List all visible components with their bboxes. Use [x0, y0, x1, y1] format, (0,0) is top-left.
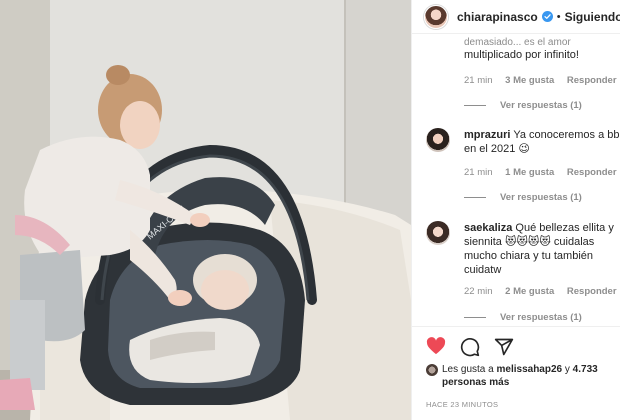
commenter-username[interactable]: saekaliza — [464, 222, 512, 234]
comment-text: multiplicado por infinito! — [464, 49, 579, 61]
comment-time[interactable]: 21 min — [464, 75, 493, 86]
comment-meta: 21 min 1 Me gusta Responder — [464, 167, 620, 178]
view-replies-label: Ver respuestas (1) — [500, 312, 582, 323]
view-replies-button[interactable]: Ver respuestas (1) — [464, 100, 582, 111]
comment-time[interactable]: 22 min — [464, 286, 493, 297]
replies-divider — [464, 197, 486, 198]
header-separator: • — [556, 10, 561, 23]
liked-by-prefix: Les gusta a — [442, 364, 494, 375]
comment-meta: 22 min 2 Me gusta Responder — [464, 286, 620, 297]
view-replies-button[interactable]: Ver respuestas (1) — [464, 192, 582, 203]
commenter-username[interactable]: mprazuri — [464, 129, 510, 141]
reply-button[interactable]: Responder — [567, 75, 617, 86]
comment-partial-text: demasiado... es el amor — [464, 37, 571, 46]
commenter-avatar[interactable] — [426, 128, 450, 152]
photo-illustration: MAXI-COSI — [0, 0, 411, 420]
action-icons — [426, 337, 514, 357]
reply-button[interactable]: Responder — [567, 167, 617, 178]
author-avatar[interactable] — [424, 4, 448, 29]
post-photo[interactable]: MAXI-COSI — [0, 0, 411, 420]
follow-status-button[interactable]: Siguiendo — [565, 10, 620, 24]
comment-likes[interactable]: 1 Me gusta — [505, 167, 554, 178]
post-side-panel: chiarapinasco • Siguiendo demasiado... e… — [411, 0, 620, 420]
comment-likes[interactable]: 2 Me gusta — [505, 286, 554, 297]
reply-button[interactable]: Responder — [567, 286, 617, 297]
liked-by-user[interactable]: melissahap26 — [497, 364, 563, 375]
view-replies-label: Ver respuestas (1) — [500, 100, 582, 111]
liked-by-mid: y — [564, 364, 570, 375]
comment-body: saekaliza Qué bellezas ellita y siennita… — [464, 221, 620, 277]
share-icon[interactable] — [494, 337, 514, 357]
liked-by-summary: Les gusta a melissahap26 y 4.733 persona… — [426, 363, 616, 389]
comment-time[interactable]: 21 min — [464, 167, 493, 178]
comment-icon[interactable] — [460, 337, 480, 357]
liker-avatar[interactable] — [426, 364, 438, 376]
verified-icon — [541, 11, 553, 22]
comment-meta: 21 min 3 Me gusta Responder — [464, 75, 620, 86]
author-username[interactable]: chiarapinasco — [457, 10, 538, 24]
post-header: chiarapinasco • Siguiendo — [412, 0, 620, 34]
replies-divider — [464, 105, 486, 106]
heart-icon[interactable] — [426, 337, 446, 355]
comment-body: mprazuri Ya conoceremos a bb en el 2021 … — [464, 128, 620, 156]
view-replies-button[interactable]: Ver respuestas (1) — [464, 312, 582, 323]
comments-list[interactable]: demasiado... es el amor multiplicado por… — [412, 34, 620, 326]
view-replies-label: Ver respuestas (1) — [500, 192, 582, 203]
comment-likes[interactable]: 3 Me gusta — [505, 75, 554, 86]
post-actions: Les gusta a melissahap26 y 4.733 persona… — [412, 326, 620, 420]
commenter-avatar[interactable] — [426, 221, 450, 245]
post-timestamp[interactable]: HACE 23 MINUTOS — [426, 400, 498, 409]
replies-divider — [464, 317, 486, 318]
